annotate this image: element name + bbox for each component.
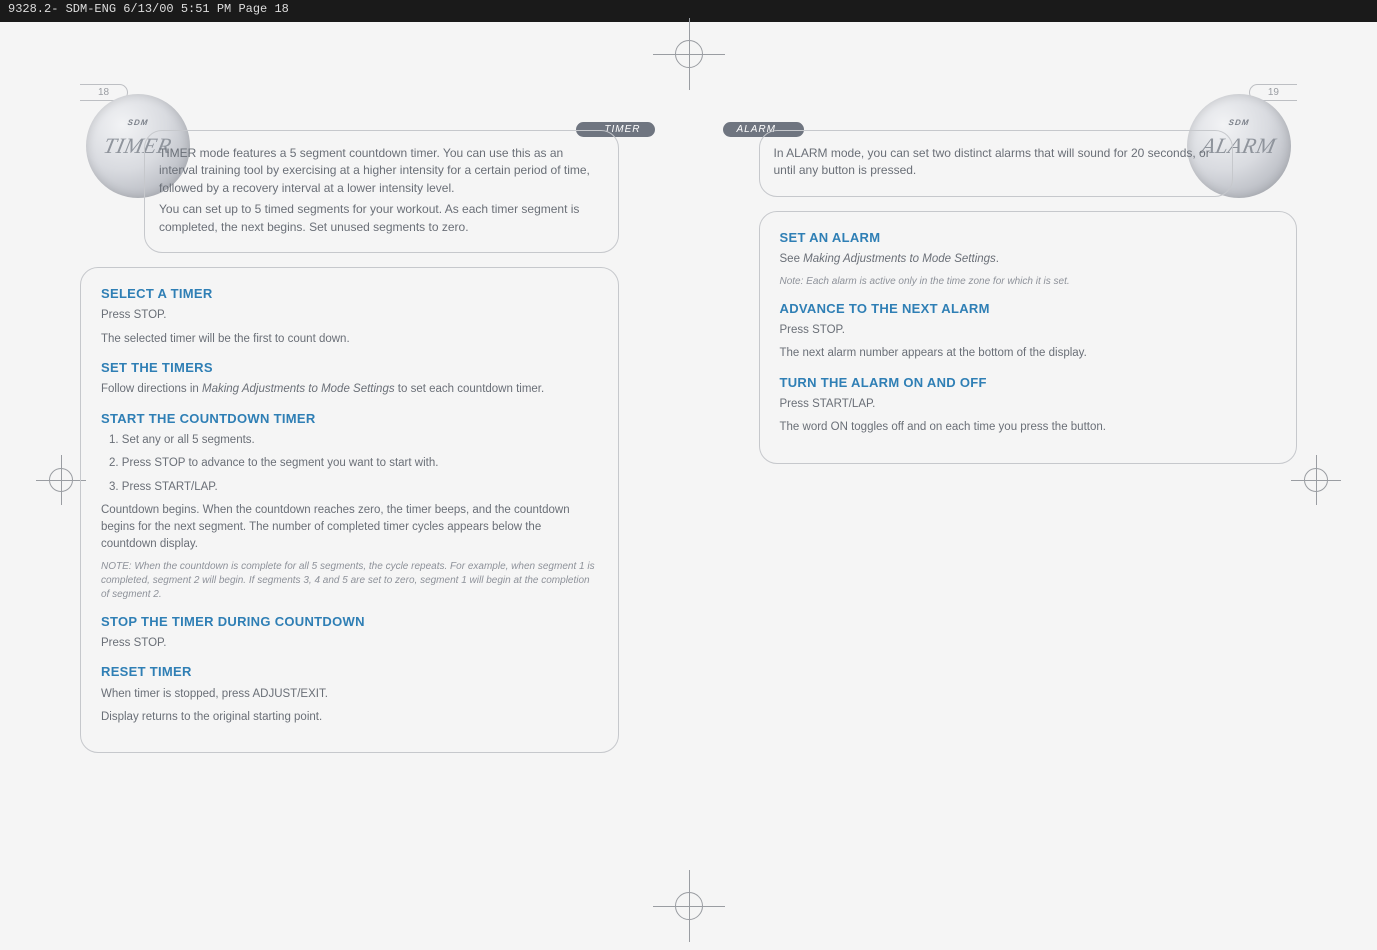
page-spread: 18 TIMER SDM TIMER TIMER mode features a… — [0, 36, 1377, 950]
body-text: The word ON toggles off and on each time… — [780, 419, 1277, 436]
prepress-header: 9328.2- SDM-ENG 6/13/00 5:51 PM Page 18 — [0, 0, 1377, 22]
page-left: 18 TIMER SDM TIMER TIMER mode features a… — [0, 36, 689, 950]
note-text: NOTE: When the countdown is complete for… — [101, 560, 598, 602]
section-title: RESET TIMER — [101, 662, 598, 682]
body-text: Press STOP. — [101, 307, 598, 324]
body-block-timer: SELECT A TIMER Press STOP. The selected … — [80, 267, 619, 754]
page-right: 19 ALARM SDM ALARM In ALARM mode, you ca… — [689, 36, 1377, 950]
intro-paragraph: TIMER mode features a 5 segment countdow… — [159, 145, 604, 197]
intro-paragraph: In ALARM mode, you can set two distinct … — [774, 145, 1219, 180]
text-run-emphasis: Making Adjustments to Mode Settings — [803, 253, 996, 265]
section-title: SET THE TIMERS — [101, 358, 598, 378]
text-run: . — [996, 253, 999, 265]
step-item: 2. Press STOP to advance to the segment … — [101, 455, 598, 472]
body-text: Press STOP. — [101, 635, 598, 652]
step-item: 1. Set any or all 5 segments. — [101, 432, 598, 449]
body-text: Press START/LAP. — [780, 396, 1277, 413]
body-text: Follow directions in Making Adjustments … — [101, 381, 598, 398]
step-item: 3. Press START/LAP. — [101, 479, 598, 496]
note-text: Note: Each alarm is active only in the t… — [780, 275, 1277, 289]
section-title: START THE COUNTDOWN TIMER — [101, 409, 598, 429]
watch-brand-left: SDM — [127, 118, 149, 127]
text-run-emphasis: Making Adjustments to Mode Settings — [202, 383, 395, 395]
prepress-filename: 9328.2- SDM-ENG 6/13/00 5:51 PM Page 18 — [8, 2, 289, 16]
intro-paragraph: You can set up to 5 timed segments for y… — [159, 201, 604, 236]
body-text: Press STOP. — [780, 322, 1277, 339]
body-block-alarm: SET AN ALARM See Making Adjustments to M… — [759, 211, 1298, 464]
section-title: STOP THE TIMER DURING COUNTDOWN — [101, 612, 598, 632]
intro-block-timer: TIMER mode features a 5 segment countdow… — [144, 130, 619, 253]
watch-brand-right: SDM — [1228, 118, 1250, 127]
body-text: The next alarm number appears at the bot… — [780, 345, 1277, 362]
body-text: When timer is stopped, press ADJUST/EXIT… — [101, 686, 598, 703]
section-title: TURN THE ALARM ON AND OFF — [780, 373, 1277, 393]
section-title: SELECT A TIMER — [101, 284, 598, 304]
section-title: SET AN ALARM — [780, 228, 1277, 248]
text-run: Follow directions in — [101, 383, 202, 395]
text-run: to set each countdown timer. — [395, 383, 545, 395]
body-text: The selected timer will be the first to … — [101, 331, 598, 348]
body-text: See Making Adjustments to Mode Settings. — [780, 251, 1277, 268]
text-run: See — [780, 253, 804, 265]
body-text: Countdown begins. When the countdown rea… — [101, 502, 598, 554]
intro-block-alarm: In ALARM mode, you can set two distinct … — [759, 130, 1234, 197]
body-text: Display returns to the original starting… — [101, 709, 598, 726]
section-title: ADVANCE TO THE NEXT ALARM — [780, 299, 1277, 319]
